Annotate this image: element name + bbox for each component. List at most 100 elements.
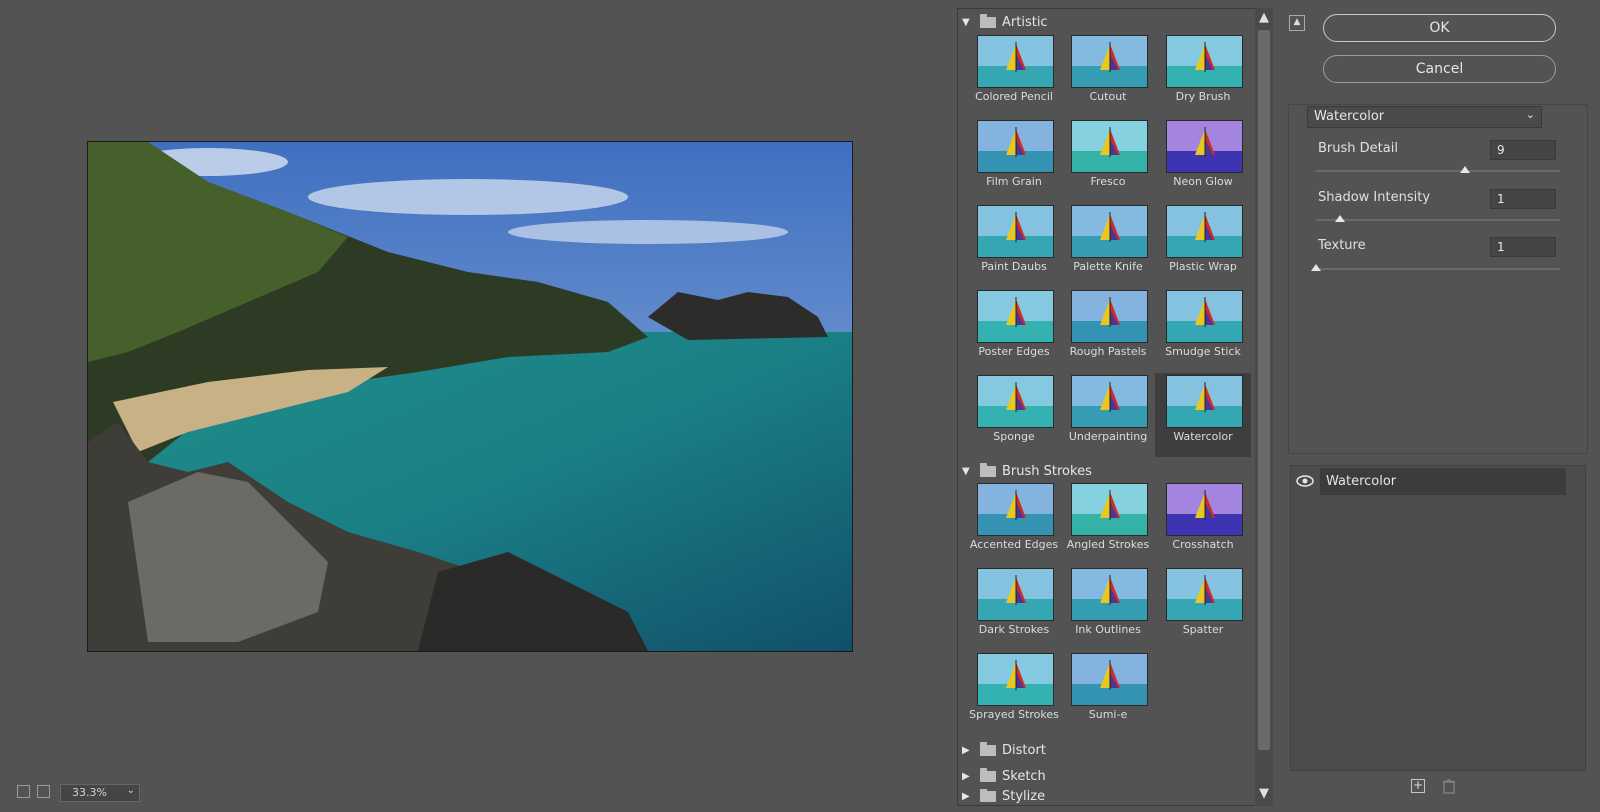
filter-label: Fresco [1090,175,1126,188]
filter-thumbnail[interactable]: Film Grain [966,118,1062,202]
filter-thumbnail[interactable]: Spatter [1155,566,1251,650]
filter-preview-image [977,35,1054,88]
collapsed-triangle-icon: ▶ [962,790,970,802]
filter-thumbnail[interactable]: Accented Edges [966,481,1062,565]
collapsed-triangle-icon: ▶ [962,770,970,782]
cancel-button[interactable]: Cancel [1323,55,1556,83]
scroll-up-arrow-icon[interactable]: ▲ [1257,10,1271,25]
filter-thumbnail[interactable]: Plastic Wrap [1155,203,1251,287]
zoom-dropdown[interactable]: 33.3% ⌄ [60,784,140,802]
preview-photo [88,142,852,651]
filter-thumbnail[interactable]: Ink Outlines [1060,566,1156,650]
texture-slider-thumb[interactable] [1311,264,1321,271]
filter-dropdown[interactable]: Watercolor ⌄ [1307,106,1542,128]
filter-preview-image [1166,205,1243,258]
filter-label: Dark Strokes [978,623,1050,636]
filter-thumbnail[interactable]: Cutout [1060,33,1156,117]
filter-label: Neon Glow [1173,175,1233,188]
preview-image[interactable] [87,141,853,652]
filter-preview-image [1071,375,1148,428]
category-label: Brush Strokes [1002,463,1092,479]
filter-preview-image [1071,290,1148,343]
filter-preview-image [977,375,1054,428]
filter-thumbnail[interactable]: Colored Pencil [966,33,1062,117]
filter-thumbnail[interactable]: Sponge [966,373,1062,457]
filter-thumbnail[interactable]: Poster Edges [966,288,1062,372]
filter-label: Cutout [1089,90,1127,103]
filter-label: Sprayed Strokes [969,708,1059,721]
filter-label: Angled Strokes [1066,538,1150,551]
category-stylize[interactable]: ▶ Stylize [962,789,1045,803]
gallery-scroll-thumb[interactable] [1258,30,1270,750]
filter-label: Accented Edges [969,538,1059,551]
filter-thumbnail[interactable]: Neon Glow [1155,118,1251,202]
effect-layers-panel [1290,465,1586,771]
category-distort[interactable]: ▶ Distort [962,739,1046,761]
folder-icon [980,13,996,28]
filter-thumbnail[interactable]: Rough Pastels [1060,288,1156,372]
new-effect-layer-icon[interactable]: + [1411,779,1425,793]
filter-thumbnail[interactable]: Fresco [1060,118,1156,202]
chevron-down-icon: ⌄ [126,785,135,796]
texture-slider[interactable] [1316,268,1560,270]
filter-thumbnail[interactable]: Crosshatch [1155,481,1251,565]
category-sketch[interactable]: ▶ Sketch [962,765,1046,787]
preview-status-bar [10,782,950,804]
category-label: Artistic [1002,14,1048,30]
scroll-down-arrow-icon[interactable]: ▼ [1257,786,1271,801]
filter-label: Smudge Stick [1165,345,1241,358]
zoom-value: 33.3% [72,786,107,799]
folder-icon [980,789,996,802]
shadow-intensity-slider-thumb[interactable] [1335,215,1346,222]
filter-label: Crosshatch [1172,538,1234,551]
filter-thumbnail[interactable]: Watercolor [1155,373,1251,457]
category-label: Sketch [1002,768,1046,784]
expand-triangle-icon: ▼ [962,16,970,28]
filter-label: Plastic Wrap [1169,260,1237,273]
filter-preview-image [1166,120,1243,173]
shadow-intensity-input[interactable]: 1 [1490,189,1556,209]
zoom-in-button[interactable] [37,785,50,798]
filter-thumbnail[interactable]: Angled Strokes [1060,481,1156,565]
filter-label: Poster Edges [978,345,1050,358]
brush-detail-input[interactable]: 9 [1490,140,1556,160]
filter-preview-image [1071,120,1148,173]
eye-icon[interactable] [1294,471,1316,491]
filter-thumbnail[interactable]: Smudge Stick [1155,288,1251,372]
filter-thumbnail[interactable]: Underpainting [1060,373,1156,457]
collapse-gallery-icon[interactable]: ▲ [1289,15,1305,31]
filter-preview-image [977,205,1054,258]
ok-button[interactable]: OK [1323,14,1556,42]
filter-preview-image [1166,375,1243,428]
folder-icon [980,462,996,477]
filter-label: Sponge [993,430,1035,443]
filter-preview-image [1166,483,1243,536]
filter-preview-image [1071,35,1148,88]
chevron-down-icon: ⌄ [1525,108,1535,121]
zoom-out-button[interactable] [17,785,30,798]
brush-detail-slider-thumb[interactable] [1459,166,1470,173]
filter-label: Palette Knife [1073,260,1143,273]
shadow-intensity-label: Shadow Intensity [1318,190,1431,205]
filter-preview-image [1166,35,1243,88]
category-brush-strokes[interactable]: ▼ Brush Strokes [962,460,1092,482]
filter-preview-image [1166,568,1243,621]
filter-thumbnail[interactable]: Sprayed Strokes [966,651,1062,735]
filter-preview-image [1071,653,1148,706]
filter-thumbnail[interactable]: Dry Brush [1155,33,1251,117]
filter-thumbnail[interactable]: Paint Daubs [966,203,1062,287]
filter-preview-image [977,653,1054,706]
filter-thumbnail[interactable]: Palette Knife [1060,203,1156,287]
brush-detail-slider[interactable] [1316,170,1560,172]
category-artistic[interactable]: ▼ Artistic [962,11,1048,33]
effect-layer-item[interactable]: Watercolor [1320,468,1566,495]
texture-input[interactable]: 1 [1490,237,1556,257]
filter-label: Sumi-e [1088,708,1128,721]
collapsed-triangle-icon: ▶ [962,744,970,756]
filter-thumbnail[interactable]: Dark Strokes [966,566,1062,650]
filter-preview-image [1071,483,1148,536]
delete-effect-layer-icon[interactable] [1442,779,1456,794]
shadow-intensity-slider[interactable] [1316,219,1560,221]
filter-preview-image [1166,290,1243,343]
filter-thumbnail[interactable]: Sumi-e [1060,651,1156,735]
